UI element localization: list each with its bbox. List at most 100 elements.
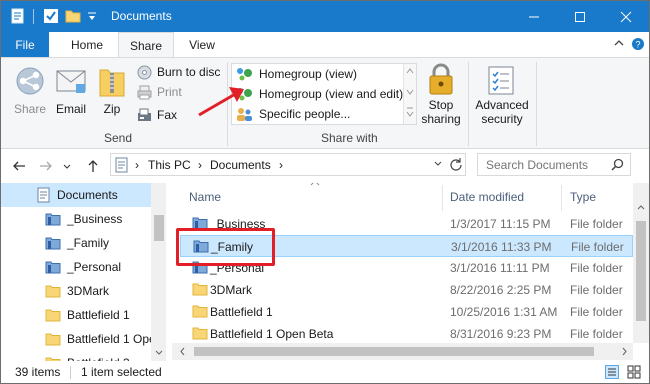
recent-locations-icon[interactable] bbox=[61, 158, 77, 174]
breadcrumb-separator-icon[interactable]: › bbox=[279, 158, 283, 172]
file-type: File folder bbox=[570, 305, 623, 319]
file-date-modified: 3/1/2016 11:11 PM bbox=[450, 261, 550, 275]
fax-button[interactable]: Fax bbox=[137, 105, 177, 125]
ribbon: Share Email Zip Burn to disc Print Fax S… bbox=[1, 57, 649, 149]
nav-item-label: Battlefield 1 Open Beta bbox=[67, 332, 151, 346]
homegroup-view-edit-label: Homegroup (view and edit) bbox=[259, 87, 404, 101]
security-icon bbox=[488, 66, 514, 95]
breadcrumb-separator-icon[interactable]: › bbox=[135, 158, 139, 172]
new-folder-icon[interactable] bbox=[65, 8, 81, 24]
file-date-modified: 10/25/2016 1:31 AM bbox=[450, 305, 558, 319]
search-box[interactable] bbox=[477, 153, 631, 176]
file-row[interactable]: Battlefield 1 Open Beta 8/31/2016 9:23 PM… bbox=[180, 323, 633, 345]
details-view-icon[interactable] bbox=[605, 365, 619, 382]
nav-item[interactable]: _Personal bbox=[1, 255, 151, 279]
breadcrumb-separator-icon[interactable]: › bbox=[198, 158, 202, 172]
nav-item[interactable]: _Family bbox=[1, 231, 151, 255]
column-header-date-modified[interactable]: Date modified bbox=[450, 183, 524, 211]
padlock-icon bbox=[429, 63, 453, 95]
nav-item[interactable]: Documents bbox=[1, 183, 151, 207]
nav-item[interactable]: Battlefield 3 bbox=[1, 351, 151, 361]
file-row[interactable]: 3DMark 8/22/2016 2:25 PM File folder bbox=[180, 279, 633, 301]
horizontal-scrollbar[interactable] bbox=[172, 343, 633, 360]
nav-scroll-thumb[interactable] bbox=[154, 215, 164, 241]
file-date-modified: 8/22/2016 2:25 PM bbox=[450, 283, 552, 297]
selection-count: 1 item selected bbox=[81, 365, 162, 379]
address-dropdown-icon[interactable] bbox=[433, 158, 443, 172]
nav-item[interactable]: Battlefield 1 bbox=[1, 303, 151, 327]
advanced-security-label-1: Advanced bbox=[475, 98, 529, 112]
homegroup-view-item[interactable]: Homegroup (view) bbox=[236, 65, 357, 83]
documents-library-icon bbox=[115, 157, 129, 176]
breadcrumb-this-pc[interactable]: This PC bbox=[148, 158, 191, 172]
horizontal-scroll-thumb[interactable] bbox=[194, 347, 594, 356]
gallery-scroll[interactable] bbox=[403, 64, 416, 124]
file-date-modified: 3/1/2016 11:33 PM bbox=[451, 240, 552, 254]
dropdown-icon[interactable] bbox=[86, 8, 102, 24]
column-separator[interactable] bbox=[442, 185, 443, 211]
close-button[interactable] bbox=[603, 1, 649, 32]
share-button[interactable]: Share bbox=[9, 62, 51, 124]
file-row[interactable]: Battlefield 1 10/25/2016 1:31 AM File fold… bbox=[180, 301, 633, 323]
folder-icon bbox=[192, 304, 208, 321]
column-separator[interactable] bbox=[561, 185, 562, 211]
nav-item[interactable]: _Business bbox=[1, 207, 151, 231]
homegroup-view-edit-item[interactable]: Homegroup (view and edit) bbox=[236, 85, 403, 103]
print-label: Print bbox=[157, 85, 182, 99]
large-icons-view-icon[interactable] bbox=[627, 365, 641, 382]
stop-sharing-button[interactable]: Stop sharing bbox=[419, 62, 463, 130]
search-icon[interactable] bbox=[611, 158, 624, 174]
burn-to-disc-label: Burn to disc bbox=[157, 65, 221, 79]
burn-to-disc-button[interactable]: Burn to disc bbox=[137, 62, 220, 82]
group-separator bbox=[536, 62, 537, 146]
help-icon[interactable]: ? bbox=[631, 37, 645, 54]
advanced-security-button[interactable]: Advanced security bbox=[473, 62, 531, 130]
sort-ascending-icon bbox=[310, 183, 320, 190]
search-input[interactable] bbox=[486, 157, 606, 172]
minimize-button[interactable] bbox=[511, 1, 557, 32]
share-icon bbox=[16, 67, 44, 95]
file-list-scrollbar[interactable] bbox=[633, 183, 649, 343]
homegroup-icon bbox=[237, 68, 252, 81]
tab-share[interactable]: Share bbox=[118, 32, 174, 58]
up-arrow-icon[interactable] bbox=[85, 158, 101, 174]
title-separator bbox=[33, 9, 34, 24]
nav-item[interactable]: Battlefield 1 Open Beta bbox=[1, 327, 151, 351]
zip-button[interactable]: Zip bbox=[97, 62, 127, 124]
ribbon-tab-bar: File Home Share View ? bbox=[1, 32, 649, 58]
address-bar[interactable]: › This PC › Documents › bbox=[110, 153, 466, 176]
email-button[interactable]: Email bbox=[53, 62, 89, 124]
window-title: Documents bbox=[111, 9, 172, 23]
nav-item-label: Battlefield 1 bbox=[67, 308, 130, 322]
collapse-ribbon-icon[interactable] bbox=[613, 37, 625, 52]
file-name: Battlefield 1 Open Beta bbox=[210, 327, 334, 341]
share-with-group-label: Share with bbox=[321, 131, 378, 145]
nav-scrollbar[interactable] bbox=[151, 183, 166, 361]
nav-item[interactable]: 3DMark bbox=[1, 279, 151, 303]
printer-icon bbox=[137, 85, 152, 99]
folder-icon bbox=[192, 326, 208, 343]
file-list-scroll-thumb[interactable] bbox=[636, 221, 646, 321]
minimize-icon bbox=[529, 16, 539, 17]
tab-home[interactable]: Home bbox=[58, 32, 116, 57]
file-type: File folder bbox=[571, 240, 624, 254]
folder-icon bbox=[45, 308, 67, 322]
file-date-modified: 8/31/2016 9:23 PM bbox=[450, 327, 552, 341]
column-header-type[interactable]: Type bbox=[570, 183, 596, 211]
column-header-name[interactable]: Name bbox=[189, 183, 221, 211]
breadcrumb-documents[interactable]: Documents bbox=[210, 158, 271, 172]
forward-arrow-icon[interactable] bbox=[38, 158, 54, 174]
tab-file[interactable]: File bbox=[1, 32, 49, 57]
nav-item-label: _Family bbox=[67, 236, 110, 250]
checkmark-icon[interactable] bbox=[43, 8, 59, 24]
specific-people-item[interactable]: Specific people... bbox=[236, 105, 350, 123]
fax-icon bbox=[138, 108, 151, 121]
properties-icon[interactable] bbox=[10, 8, 26, 24]
explorer-window: Documents File Home Share View ? Share E… bbox=[0, 0, 650, 384]
back-arrow-icon[interactable] bbox=[11, 158, 27, 174]
tab-view[interactable]: View bbox=[176, 32, 228, 57]
refresh-icon[interactable] bbox=[449, 157, 463, 174]
advanced-security-label-2: security bbox=[481, 112, 523, 126]
maximize-button[interactable] bbox=[557, 1, 603, 32]
print-button[interactable]: Print bbox=[137, 82, 182, 102]
